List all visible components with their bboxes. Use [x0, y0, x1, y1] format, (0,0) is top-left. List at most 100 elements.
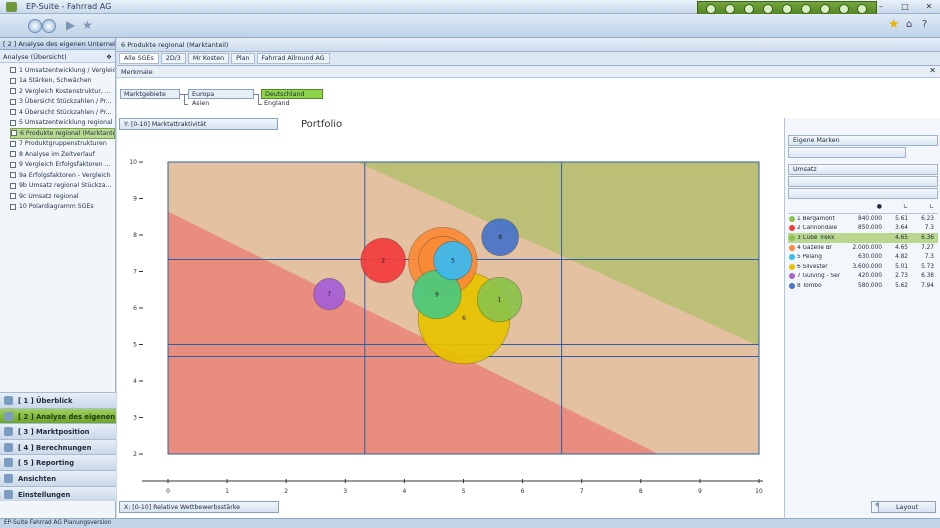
legend-size: 630.000 [858, 254, 882, 261]
tree-item[interactable]: 10 Polardiagramm SGEs [10, 202, 115, 213]
hierarchy-view: Marktgebiete Europa Asien Deutschland En… [117, 78, 940, 118]
filter-tab[interactable]: Plan [231, 53, 255, 64]
hierarchy-connector [184, 94, 185, 104]
chart-area: Y: [0-10] Marktattraktivität Portfolio 0… [117, 118, 784, 518]
help-icon[interactable]: ? [922, 19, 934, 31]
module-icon-2[interactable] [725, 4, 736, 14]
y-tick-label: 6 [133, 305, 137, 312]
tree-item[interactable]: 7 Produktgruppenstrukturen [10, 139, 115, 150]
nav-section[interactable]: [ 5 ] Reporting [0, 454, 116, 470]
legend-col-y: ∟ [928, 203, 934, 210]
legend-row[interactable]: 4 Gazelle Br 2.000.000 4.65 7.27 [788, 243, 938, 253]
minimize-icon[interactable]: – [874, 1, 888, 12]
module-icon-8[interactable] [838, 4, 849, 14]
tree-item[interactable]: 9c Umsatz regional [10, 191, 115, 202]
nav-section[interactable]: Ansichten [0, 469, 116, 486]
nav-section[interactable]: [ 3 ] Marktposition [0, 423, 116, 439]
legend-row[interactable]: 1 Bergamont 840.000 5.61 6.23 [788, 214, 938, 224]
tree-item[interactable]: 3 Übersicht Stückzahlen / Pr... [10, 97, 115, 108]
nav-section[interactable]: [ 2 ] Analyse des eigenen Be... [0, 407, 116, 424]
section-icon [4, 489, 13, 499]
legend-row[interactable]: 3 Cube Trekk 4.65 6.36 [788, 233, 938, 243]
filter-tab[interactable]: Alle SGEs [119, 53, 159, 64]
y-axis-selector[interactable]: Y: [0-10] Marktattraktivität [119, 118, 278, 130]
section-icon [4, 442, 13, 452]
nav-section-label: [ 3 ] Marktposition [18, 428, 90, 437]
close-merkmale-icon[interactable]: ✕ [929, 66, 936, 75]
x-tick-label: 10 [755, 488, 763, 495]
size-selector[interactable]: Umsatz [788, 164, 938, 175]
hierarchy-england[interactable]: England [264, 100, 290, 107]
tree-item[interactable]: 5 Umsatzentwicklung regional [10, 118, 115, 129]
legend-marker [789, 225, 795, 232]
legend-name: 2 Cannondale [797, 225, 838, 232]
legend-row[interactable]: 8 Tombo 580.000 5.62 7.94 [788, 281, 938, 291]
maximize-icon[interactable]: □ [898, 1, 912, 12]
filter-tab[interactable]: 2D/3 [160, 53, 186, 64]
legend-row[interactable]: 2 Cannondale 850.000 3.64 7.3 [788, 224, 938, 234]
tree-item[interactable]: 4 Übersicht Stückzahlen / Pr... [10, 107, 115, 118]
layout-button[interactable]: Layout [878, 501, 936, 513]
color-selector[interactable] [788, 176, 938, 187]
close-icon[interactable]: ✕ [922, 1, 936, 12]
nav-section[interactable]: [ 4 ] Berechnungen [0, 438, 116, 455]
forward-icon[interactable] [42, 19, 56, 33]
pin-icon[interactable]: ❖ [106, 53, 112, 61]
module-icon-4[interactable] [763, 4, 774, 14]
legend-x: 5.61 [895, 215, 908, 222]
module-icon-3[interactable] [744, 4, 755, 14]
module-icon-5[interactable] [781, 4, 792, 14]
legend-row[interactable]: 6 Silvester 3.600.000 5.01 5.73 [788, 262, 938, 272]
legend-size: 3.600.000 [852, 263, 882, 270]
label-selector[interactable] [788, 188, 938, 199]
portfolio-chart: 0123456789102345678910643921587 [129, 159, 763, 495]
tree-item[interactable]: 8 Analyse im Zeitverlauf [10, 149, 115, 160]
filter-tab[interactable]: Mr Kosten [187, 53, 230, 64]
legend-row[interactable]: 7 Gulving - Ser 420.000 2.73 6.38 [788, 272, 938, 282]
tree-item-label: 7 Produktgruppenstrukturen [19, 140, 107, 148]
favorite-star-icon[interactable]: ★ [82, 18, 93, 32]
hierarchy-deutschland[interactable]: Deutschland [261, 89, 323, 99]
tree-item[interactable]: 9a Erfolgsfaktoren - Vergleich [10, 170, 115, 181]
document-icon [10, 109, 16, 116]
document-icon [10, 193, 16, 200]
bookmark-star-icon[interactable]: ★ [888, 17, 900, 32]
module-icon-9[interactable] [857, 4, 868, 14]
tree-item[interactable]: 1 Umsatzentwicklung / Vergleich [10, 65, 115, 76]
module-icon-7[interactable] [819, 4, 830, 14]
tree-item-label: 9a Erfolgsfaktoren - Vergleich [19, 171, 111, 179]
breadcrumb: 6 Produkte regional (Marktanteil) [117, 38, 940, 52]
legend-marker [789, 273, 795, 280]
module-icon-6[interactable] [800, 4, 811, 14]
legend-marker [789, 234, 795, 241]
tree-item[interactable]: 2 Vergleich Kostenstruktur, ... [10, 86, 115, 97]
x-axis-selector[interactable]: X: [0-10] Relative Wettbewerbsstärke [119, 501, 279, 513]
hierarchy-root[interactable]: Marktgebiete [120, 89, 180, 99]
home-icon[interactable]: ⌂ [906, 19, 918, 31]
section-icon [4, 458, 13, 468]
tree-item[interactable]: 9b Umsatz regional Stückza... [10, 181, 115, 192]
section-icon [4, 473, 13, 483]
brand-filter-bar[interactable] [788, 147, 906, 158]
filter-tabs: Alle SGEs 2D/3 Mr Kosten Plan Fahrrad Allrou… [117, 52, 940, 66]
hierarchy-europa[interactable]: Europa [188, 89, 254, 99]
filter-tab[interactable]: Fahrrad Allround AG [256, 53, 330, 64]
tree-item-label: 3 Übersicht Stückzahlen / Pr... [19, 98, 112, 106]
nav-section[interactable]: [ 1 ] Überblick [0, 392, 116, 408]
legend-name: 4 Gazelle Br [797, 244, 833, 251]
tree-item[interactable]: 6 Produkte regional (Marktanteil) [10, 128, 115, 139]
bubble-label: 8 [498, 234, 502, 241]
tree-item[interactable]: 1a Stärken, Schwächen [10, 76, 115, 87]
navigate-icon[interactable]: ▶ [66, 18, 75, 32]
tree-item-label: 6 Produkte regional (Marktanteil) [20, 129, 115, 137]
x-tick-label: 4 [402, 488, 406, 495]
document-icon [10, 98, 16, 105]
hierarchy-asien[interactable]: Asien [192, 100, 209, 107]
back-icon[interactable] [28, 19, 42, 33]
legend-row[interactable]: 5 Pelang 630.000 4.82 7.3 [788, 252, 938, 262]
own-brands-selector[interactable]: Eigene Marken [788, 135, 938, 146]
tree-item-label: 2 Vergleich Kostenstruktur, ... [19, 87, 111, 95]
tree-item[interactable]: 9 Vergleich Erfolgsfaktoren ... [10, 160, 115, 171]
nav-section[interactable]: Einstellungen [0, 485, 116, 502]
module-icon-1[interactable] [706, 4, 717, 14]
